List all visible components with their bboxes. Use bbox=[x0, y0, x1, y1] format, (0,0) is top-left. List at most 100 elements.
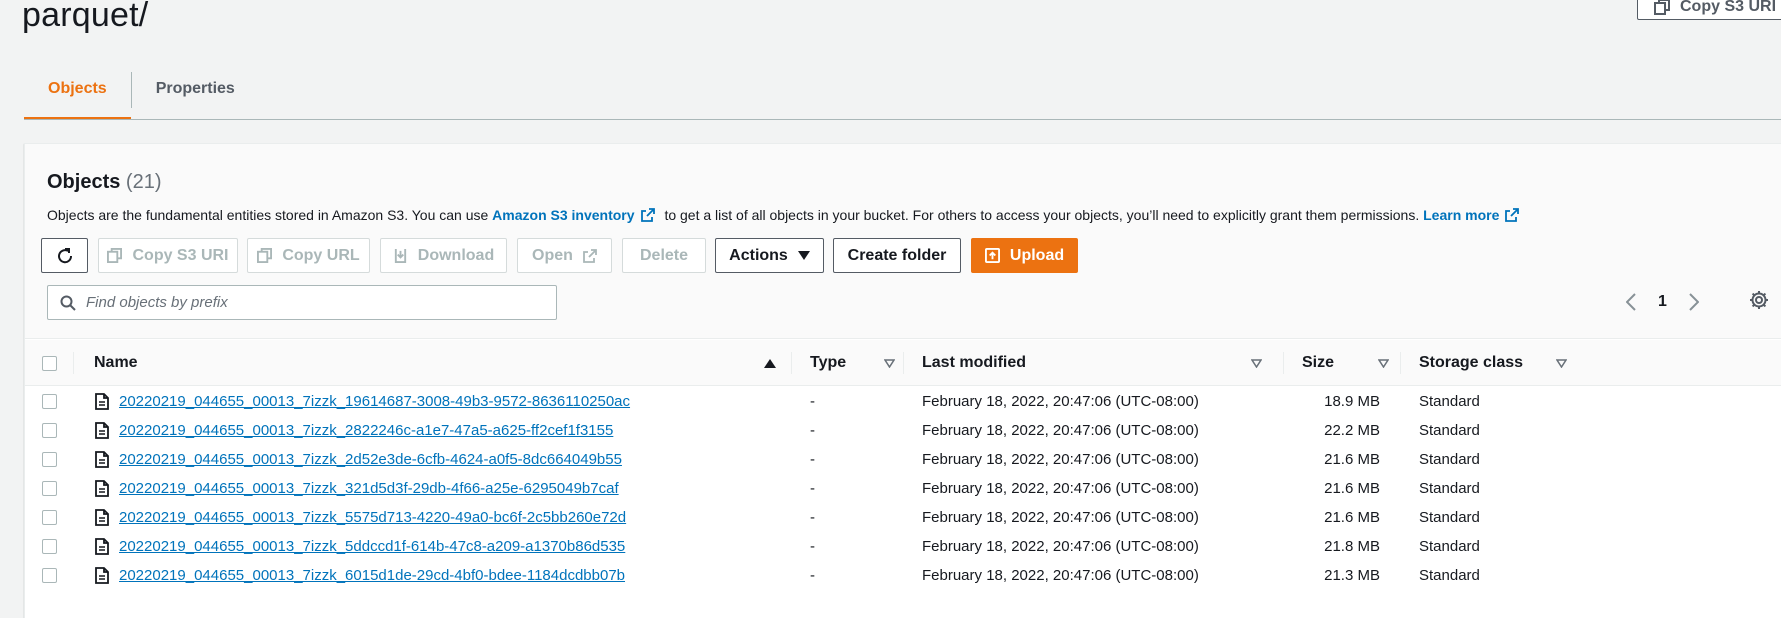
object-name-link[interactable]: 20220219_044655_00013_7izzk_321d5d3f-29d… bbox=[119, 480, 619, 497]
refresh-button[interactable] bbox=[41, 238, 88, 273]
actions-dropdown-button[interactable]: Actions bbox=[715, 238, 824, 273]
file-icon bbox=[95, 422, 109, 439]
learn-more-link[interactable]: Learn more bbox=[1423, 207, 1499, 223]
sort-icon bbox=[884, 358, 895, 368]
column-header-size[interactable]: Size bbox=[1302, 340, 1399, 386]
table-row[interactable]: 20220219_044655_00013_7izzk_2822246c-a1e… bbox=[25, 416, 1781, 445]
search-box[interactable] bbox=[47, 285, 557, 320]
size-cell: 22.2 MB bbox=[1324, 422, 1380, 439]
select-all-checkbox[interactable] bbox=[42, 355, 57, 371]
s3-inventory-link[interactable]: Amazon S3 inventory bbox=[492, 207, 634, 223]
storage-class-cell: Standard bbox=[1419, 422, 1480, 439]
table-row[interactable]: 20220219_044655_00013_7izzk_5575d713-422… bbox=[25, 503, 1781, 532]
objects-count: (21) bbox=[125, 171, 162, 193]
row-checkbox[interactable] bbox=[42, 568, 57, 583]
row-checkbox[interactable] bbox=[42, 539, 57, 554]
search-input[interactable] bbox=[86, 294, 526, 311]
row-checkbox[interactable] bbox=[42, 423, 57, 438]
create-folder-button[interactable]: Create folder bbox=[833, 238, 961, 273]
actions-label: Actions bbox=[729, 246, 788, 264]
type-cell: - bbox=[810, 451, 815, 468]
table-header: Name Type Last modified Size Storage cla… bbox=[25, 340, 1781, 386]
name-cell: 20220219_044655_00013_7izzk_19614687-300… bbox=[95, 387, 630, 416]
object-name-link[interactable]: 20220219_044655_00013_7izzk_2d52e3de-6cf… bbox=[119, 451, 622, 468]
create-folder-label: Create folder bbox=[847, 246, 947, 264]
caret-down-icon bbox=[797, 250, 810, 260]
table-row[interactable]: 20220219_044655_00013_7izzk_19614687-300… bbox=[25, 387, 1781, 416]
chevron-left-icon[interactable] bbox=[1626, 292, 1636, 311]
size-cell: 18.9 MB bbox=[1324, 393, 1380, 410]
object-name-link[interactable]: 20220219_044655_00013_7izzk_2822246c-a1e… bbox=[119, 422, 613, 439]
last-modified-cell: February 18, 2022, 20:47:06 (UTC-08:00) bbox=[922, 567, 1199, 584]
column-header-last-modified[interactable]: Last modified bbox=[922, 340, 1272, 386]
storage-class-cell: Standard bbox=[1419, 538, 1480, 555]
last-modified-cell: February 18, 2022, 20:47:06 (UTC-08:00) bbox=[922, 538, 1199, 555]
copy-icon bbox=[107, 248, 123, 263]
row-select-cell bbox=[42, 387, 57, 416]
last-modified-cell: February 18, 2022, 20:47:06 (UTC-08:00) bbox=[922, 480, 1199, 497]
table-row[interactable]: 20220219_044655_00013_7izzk_2d52e3de-6cf… bbox=[25, 445, 1781, 474]
objects-panel: Objects (21) Objects are the fundamental… bbox=[24, 143, 1781, 618]
name-cell: 20220219_044655_00013_7izzk_5ddccd1f-614… bbox=[95, 532, 625, 561]
open-button[interactable]: Open bbox=[517, 238, 612, 273]
object-name-link[interactable]: 20220219_044655_00013_7izzk_5ddccd1f-614… bbox=[119, 538, 625, 555]
copy-s3-uri-top-button[interactable]: Copy S3 URI bbox=[1637, 0, 1781, 20]
name-cell: 20220219_044655_00013_7izzk_5575d713-422… bbox=[95, 503, 626, 532]
table-row[interactable]: 20220219_044655_00013_7izzk_6015d1de-29c… bbox=[25, 561, 1781, 590]
row-checkbox[interactable] bbox=[42, 394, 57, 409]
tab-bar: Objects Properties bbox=[24, 72, 259, 120]
type-cell: - bbox=[810, 509, 815, 526]
object-name-link[interactable]: 20220219_044655_00013_7izzk_5575d713-422… bbox=[119, 509, 626, 526]
row-checkbox[interactable] bbox=[42, 481, 57, 496]
tab-objects[interactable]: Objects bbox=[24, 72, 131, 120]
size-cell: 21.6 MB bbox=[1324, 480, 1380, 497]
upload-button[interactable]: Upload bbox=[971, 238, 1078, 273]
type-cell: - bbox=[810, 422, 815, 439]
copy-s3-uri-label: Copy S3 URI bbox=[132, 246, 229, 264]
column-header-name[interactable]: Name bbox=[94, 340, 784, 386]
page-number[interactable]: 1 bbox=[1658, 293, 1667, 311]
delete-label: Delete bbox=[639, 246, 689, 264]
column-header-last-modified-label: Last modified bbox=[922, 354, 1027, 371]
row-checkbox[interactable] bbox=[42, 452, 57, 467]
delete-button[interactable]: Delete bbox=[622, 238, 706, 273]
column-divider bbox=[73, 352, 74, 374]
column-header-type-label: Type bbox=[810, 354, 847, 371]
size-cell: 21.6 MB bbox=[1324, 451, 1380, 468]
tab-properties[interactable]: Properties bbox=[132, 72, 259, 120]
storage-class-cell: Standard bbox=[1419, 567, 1480, 584]
copy-icon bbox=[1654, 0, 1670, 15]
object-name-link[interactable]: 20220219_044655_00013_7izzk_19614687-300… bbox=[119, 393, 630, 410]
objects-description: Objects are the fundamental entities sto… bbox=[47, 207, 1525, 223]
upload-label: Upload bbox=[1009, 246, 1065, 264]
copy-s3-uri-button[interactable]: Copy S3 URI bbox=[98, 238, 238, 273]
last-modified-cell: February 18, 2022, 20:47:06 (UTC-08:00) bbox=[922, 422, 1199, 439]
last-modified-cell: February 18, 2022, 20:47:06 (UTC-08:00) bbox=[922, 451, 1199, 468]
upload-icon bbox=[984, 248, 1000, 263]
copy-url-button[interactable]: Copy URL bbox=[247, 238, 370, 273]
type-cell: - bbox=[810, 393, 815, 410]
row-select-cell bbox=[42, 445, 57, 474]
external-link-icon bbox=[1505, 208, 1520, 222]
download-icon bbox=[394, 248, 406, 263]
row-select-cell bbox=[42, 532, 57, 561]
download-button[interactable]: Download bbox=[380, 238, 507, 273]
column-header-type[interactable]: Type bbox=[810, 340, 905, 386]
storage-class-cell: Standard bbox=[1419, 480, 1480, 497]
row-checkbox[interactable] bbox=[42, 510, 57, 525]
column-header-storage-class[interactable]: Storage class bbox=[1419, 340, 1567, 386]
file-icon bbox=[95, 451, 109, 468]
gear-icon[interactable] bbox=[1749, 290, 1769, 310]
type-cell: - bbox=[810, 567, 815, 584]
pagination: 1 bbox=[1626, 284, 1699, 319]
sort-icon bbox=[1378, 358, 1389, 368]
sort-icon bbox=[1556, 358, 1567, 368]
table-row[interactable]: 20220219_044655_00013_7izzk_5ddccd1f-614… bbox=[25, 532, 1781, 561]
chevron-right-icon[interactable] bbox=[1689, 292, 1699, 311]
column-header-storage-class-label: Storage class bbox=[1419, 354, 1524, 371]
object-name-link[interactable]: 20220219_044655_00013_7izzk_6015d1de-29c… bbox=[119, 567, 625, 584]
table-row[interactable]: 20220219_044655_00013_7izzk_321d5d3f-29d… bbox=[25, 474, 1781, 503]
column-divider bbox=[1400, 352, 1401, 374]
refresh-icon bbox=[57, 247, 72, 263]
open-label: Open bbox=[532, 246, 573, 264]
